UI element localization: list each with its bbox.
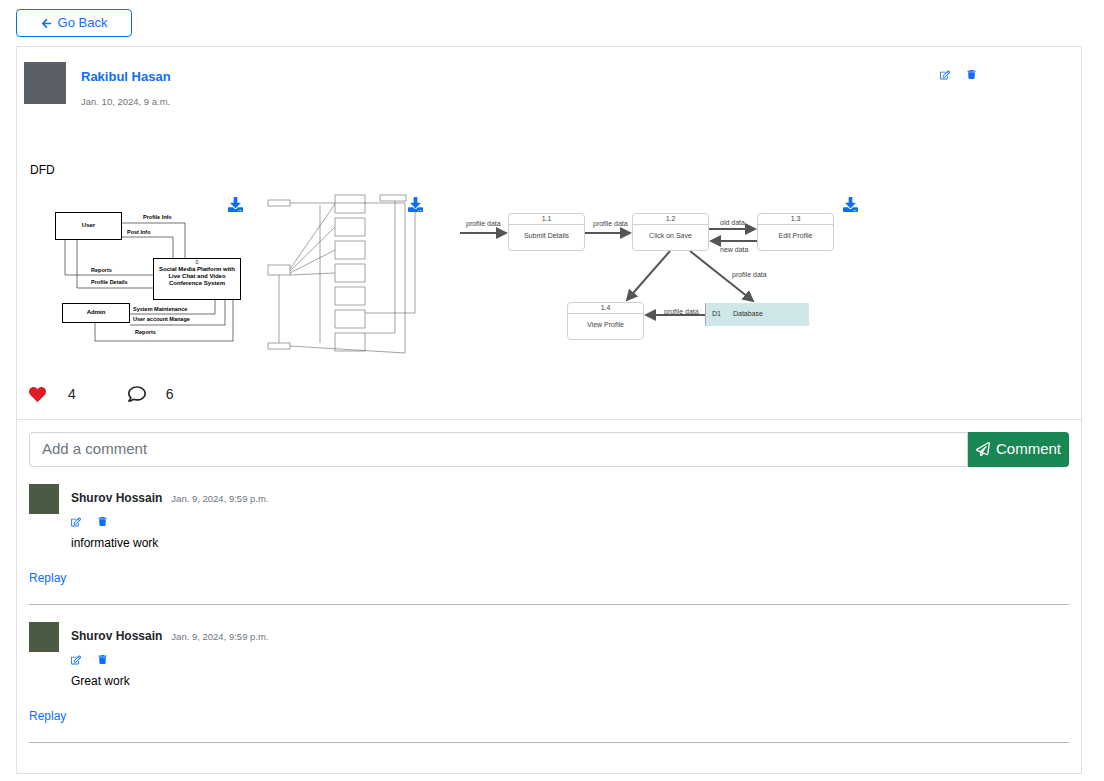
comment-button[interactable]: Comment — [968, 432, 1069, 467]
flow-label: profile data — [593, 219, 628, 228]
comment-icon — [128, 385, 146, 403]
commenter-name: Shurov Hossain — [71, 627, 162, 645]
context-diagram: User Admin 0Social Media Platform with Liv… — [55, 193, 245, 348]
heart-icon — [29, 386, 46, 403]
diagram-image — [265, 193, 425, 358]
download-button[interactable] — [228, 197, 243, 212]
download-button[interactable] — [843, 197, 858, 212]
flow-label: Profile Info — [143, 214, 172, 221]
process-box: 0Social Media Platform with Live Chat an… — [153, 258, 241, 300]
flow-label: profile data — [664, 307, 699, 316]
author-name[interactable]: Rakibul Hasan — [81, 67, 171, 87]
flow-label: Reports — [135, 329, 156, 336]
delete-icon[interactable] — [98, 655, 107, 664]
flow-label: System Maintenance — [133, 306, 187, 313]
comment: Shurov Hossain Jan. 9, 2024, 9:59 p.m. Gre… — [29, 605, 1069, 743]
comment-text: informative work — [71, 534, 1069, 552]
external-entity: User — [55, 212, 122, 240]
comment-time: Jan. 9, 2024, 9:59 p.m. — [171, 492, 268, 506]
comment-time: Jan. 9, 2024, 9:59 p.m. — [171, 630, 268, 644]
external-entity: Admin — [62, 303, 130, 323]
flow-label: Post Info — [127, 229, 151, 236]
edit-icon[interactable] — [71, 517, 81, 527]
delete-icon[interactable] — [967, 70, 976, 79]
process-box: 1.2Click on Save — [632, 213, 709, 251]
flow-label: new data — [720, 245, 748, 254]
author-avatar — [24, 62, 66, 104]
flow-label: profile data — [466, 219, 501, 228]
attachment: User Admin 0Social Media Platform with Liv… — [55, 193, 245, 348]
like-button[interactable]: 4 — [29, 384, 76, 405]
post-time: Jan. 10, 2024, 9 a.m. — [81, 95, 171, 109]
page: Go Back Rakibul Hasan Jan. 10, 2024, 9 a.m… — [0, 0, 1104, 781]
flow-label: profile data — [732, 270, 767, 279]
post-header: Rakibul Hasan Jan. 10, 2024, 9 a.m. — [17, 47, 1081, 109]
edit-icon[interactable] — [71, 655, 81, 665]
edit-icon[interactable] — [940, 70, 950, 80]
post-text: DFD — [17, 161, 1081, 179]
diagram-lines-icon — [265, 193, 425, 358]
post-card: Rakibul Hasan Jan. 10, 2024, 9 a.m. DFD Use… — [16, 46, 1082, 774]
commenter-name: Shurov Hossain — [71, 489, 162, 507]
process-box: 1.3Edit Profile — [757, 213, 834, 251]
comment-form: Comment — [29, 432, 1069, 467]
comment-input[interactable] — [29, 432, 968, 467]
flow-label: Reports — [91, 267, 112, 274]
comment: Shurov Hossain Jan. 9, 2024, 9:59 p.m. inf… — [29, 467, 1069, 605]
comment-text: Great work — [71, 672, 1069, 690]
commenter-avatar — [29, 484, 59, 514]
download-icon — [408, 197, 423, 212]
delete-icon[interactable] — [98, 517, 107, 526]
comments-section: Comment Shurov Hossain Jan. 9, 2024, 9:59 … — [17, 419, 1081, 773]
process-box: 1.1Submit Details — [508, 213, 585, 251]
download-icon — [228, 197, 243, 212]
flow-label: old data — [720, 218, 745, 227]
reply-button[interactable]: Replay — [29, 569, 66, 587]
reaction-bar: 46 — [17, 384, 1081, 419]
like-count: 4 — [68, 384, 76, 405]
attachment: 1.1Submit Details 1.2Click on Save 1.3Edit… — [460, 193, 860, 348]
send-icon — [976, 442, 990, 456]
process-diagram: 1.1Submit Details 1.2Click on Save 1.3Edit… — [460, 193, 860, 348]
process-box: 1.4View Profile — [567, 302, 644, 340]
attachments: User Admin 0Social Media Platform with Liv… — [17, 193, 1081, 358]
data-store: D1Database — [705, 303, 809, 326]
go-back-button[interactable]: Go Back — [16, 9, 132, 37]
download-button[interactable] — [408, 197, 423, 212]
flow-label: Profile Details — [91, 279, 128, 286]
commenter-avatar — [29, 622, 59, 652]
comment-count: 6 — [166, 384, 174, 405]
flow-label: User account Manage — [133, 316, 190, 323]
reply-button[interactable]: Replay — [29, 707, 66, 725]
download-icon — [843, 197, 858, 212]
attachment — [265, 193, 425, 358]
arrow-left-icon — [41, 18, 52, 29]
comment-toggle[interactable]: 6 — [128, 384, 174, 405]
